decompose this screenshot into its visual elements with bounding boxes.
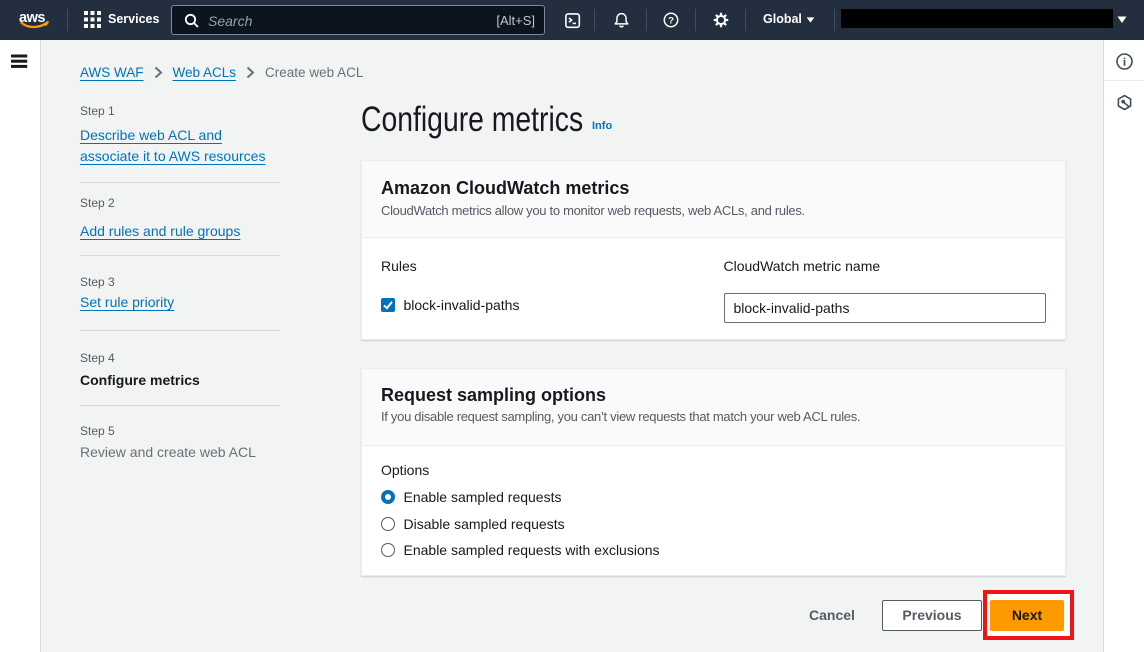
svg-text:i: i	[1123, 57, 1127, 69]
svg-text:?: ?	[668, 15, 674, 26]
